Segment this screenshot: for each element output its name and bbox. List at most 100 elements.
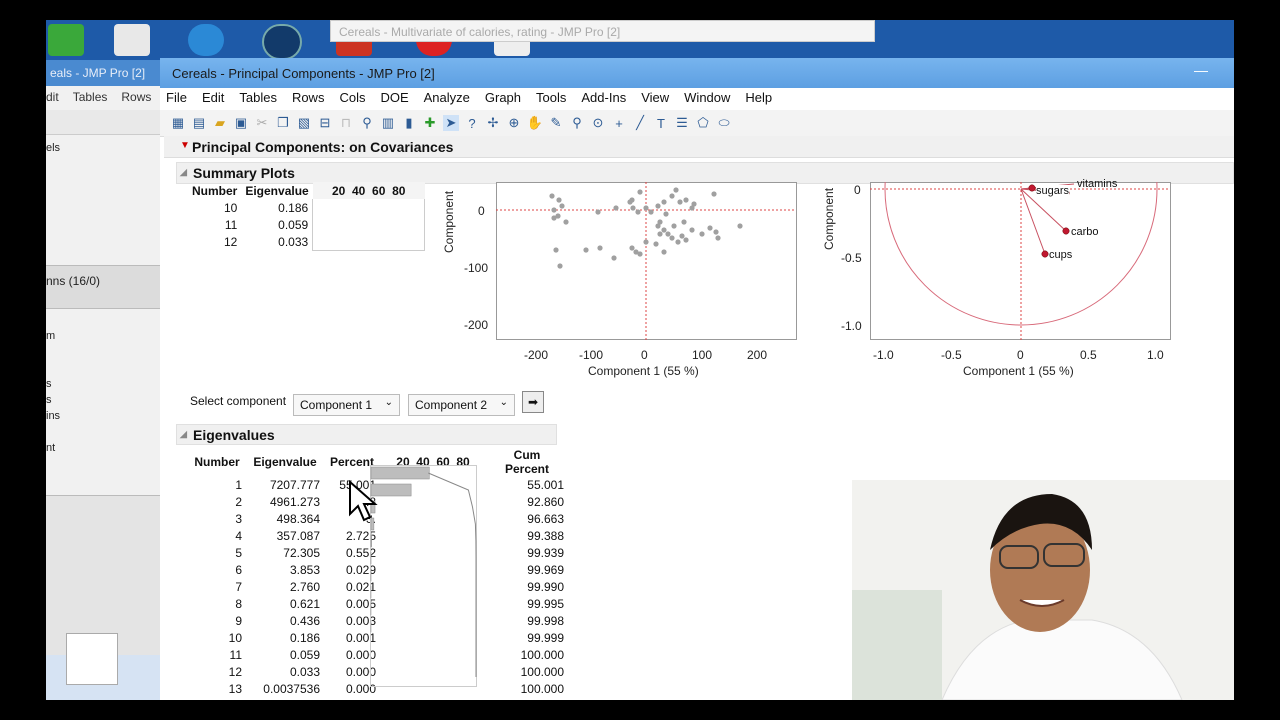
- zoom-icon[interactable]: ⊙: [590, 115, 606, 131]
- score-point[interactable]: [737, 223, 743, 229]
- score-point[interactable]: [563, 219, 569, 225]
- plus-icon[interactable]: +: [611, 115, 627, 131]
- target-icon[interactable]: ⊕: [506, 115, 522, 131]
- access-icon[interactable]: [114, 24, 150, 56]
- score-point[interactable]: [665, 231, 671, 237]
- disclosure-icon[interactable]: ◢: [180, 429, 187, 440]
- dropdown-triangle-icon[interactable]: ▼: [180, 140, 190, 151]
- list-icon[interactable]: ☰: [674, 115, 690, 131]
- disclosure-icon[interactable]: ◢: [180, 167, 187, 178]
- score-point[interactable]: [681, 219, 687, 225]
- score-point[interactable]: [673, 187, 679, 193]
- menu-window[interactable]: Window: [684, 90, 730, 108]
- minimize-button[interactable]: —: [1194, 62, 1208, 78]
- score-point[interactable]: [613, 205, 619, 211]
- table-icon[interactable]: ▥: [380, 115, 396, 131]
- new-table-icon[interactable]: ▦: [170, 115, 186, 131]
- new-script-icon[interactable]: ▤: [191, 115, 207, 131]
- score-point[interactable]: [637, 251, 643, 257]
- recorder-icon[interactable]: [262, 24, 302, 60]
- score-point[interactable]: [556, 197, 562, 203]
- menu-graph[interactable]: Graph: [485, 90, 521, 108]
- hand-icon[interactable]: ✋: [527, 115, 543, 131]
- crosshair-icon[interactable]: ✢: [485, 115, 501, 131]
- open-icon[interactable]: ▰: [212, 115, 228, 131]
- loading-plot[interactable]: [870, 182, 1171, 340]
- score-point[interactable]: [630, 205, 636, 211]
- score-point[interactable]: [655, 223, 661, 229]
- score-point[interactable]: [557, 263, 563, 269]
- columns-icon[interactable]: ▮: [401, 115, 417, 131]
- circle-app-icon[interactable]: [188, 24, 224, 56]
- score-point[interactable]: [553, 247, 559, 253]
- arrow-pointer-icon[interactable]: ➤: [443, 115, 459, 131]
- score-point[interactable]: [707, 225, 713, 231]
- score-point[interactable]: [683, 237, 689, 243]
- thumbnail-preview[interactable]: [66, 633, 118, 685]
- paste-icon[interactable]: ▧: [296, 115, 312, 131]
- score-point[interactable]: [637, 189, 643, 195]
- menu-analyze[interactable]: Analyze: [424, 90, 470, 108]
- polygon-icon[interactable]: ⬠: [695, 115, 711, 131]
- lock-icon[interactable]: ⊓: [338, 115, 354, 131]
- score-point[interactable]: [643, 239, 649, 245]
- score-point[interactable]: [549, 193, 555, 199]
- score-point[interactable]: [648, 209, 654, 215]
- ellipse-icon[interactable]: ⬭: [716, 115, 732, 131]
- score-point[interactable]: [683, 197, 689, 203]
- script-icon[interactable]: ⊟: [317, 115, 333, 131]
- score-point[interactable]: [629, 245, 635, 251]
- score-point[interactable]: [551, 207, 557, 213]
- bg-menu-edit[interactable]: dit: [46, 90, 59, 106]
- score-point[interactable]: [635, 209, 641, 215]
- brush-icon[interactable]: ✎: [548, 115, 564, 131]
- go-button[interactable]: ➡: [522, 391, 544, 413]
- search-icon[interactable]: ⚲: [359, 115, 375, 131]
- eigenvalues-header[interactable]: ◢ Eigenvalues: [176, 424, 557, 445]
- menu-rows[interactable]: Rows: [292, 90, 325, 108]
- copy-icon[interactable]: ❐: [275, 115, 291, 131]
- score-point[interactable]: [669, 193, 675, 199]
- menu-file[interactable]: File: [166, 90, 187, 108]
- bg-menu-rows[interactable]: Rows: [121, 90, 151, 106]
- score-point[interactable]: [653, 241, 659, 247]
- score-point[interactable]: [711, 191, 717, 197]
- app-green-icon[interactable]: [48, 24, 84, 56]
- score-point[interactable]: [595, 209, 601, 215]
- score-point[interactable]: [611, 255, 617, 261]
- score-point[interactable]: [715, 235, 721, 241]
- bg-menu-tables[interactable]: Tables: [73, 90, 108, 106]
- score-point[interactable]: [699, 231, 705, 237]
- score-point[interactable]: [597, 245, 603, 251]
- score-point[interactable]: [689, 227, 695, 233]
- score-point[interactable]: [661, 227, 667, 233]
- score-point[interactable]: [643, 205, 649, 211]
- score-point[interactable]: [677, 199, 683, 205]
- score-point[interactable]: [559, 203, 565, 209]
- menu-edit[interactable]: Edit: [202, 90, 224, 108]
- score-point[interactable]: [583, 247, 589, 253]
- menu-doe[interactable]: DOE: [380, 90, 408, 108]
- text-icon[interactable]: T: [653, 115, 669, 131]
- score-point[interactable]: [655, 203, 661, 209]
- menu-view[interactable]: View: [641, 90, 669, 108]
- score-point[interactable]: [713, 229, 719, 235]
- score-point[interactable]: [629, 197, 635, 203]
- menu-cols[interactable]: Cols: [339, 90, 365, 108]
- menu-help[interactable]: Help: [745, 90, 772, 108]
- component-y-select[interactable]: Component 2 ⌄: [408, 394, 515, 416]
- menu-addins[interactable]: Add-Ins: [581, 90, 626, 108]
- score-plot[interactable]: [496, 182, 797, 340]
- menu-tables[interactable]: Tables: [239, 90, 277, 108]
- score-point[interactable]: [661, 249, 667, 255]
- score-point[interactable]: [657, 231, 663, 237]
- save-icon[interactable]: ▣: [233, 115, 249, 131]
- cut-icon[interactable]: ✂: [254, 115, 270, 131]
- help-icon[interactable]: ?: [464, 115, 480, 131]
- lasso-icon[interactable]: ⚲: [569, 115, 585, 131]
- score-point[interactable]: [669, 235, 675, 241]
- menu-tools[interactable]: Tools: [536, 90, 566, 108]
- score-point[interactable]: [679, 233, 685, 239]
- summary-plots-header[interactable]: ◢ Summary Plots: [176, 162, 1234, 184]
- score-point[interactable]: [661, 199, 667, 205]
